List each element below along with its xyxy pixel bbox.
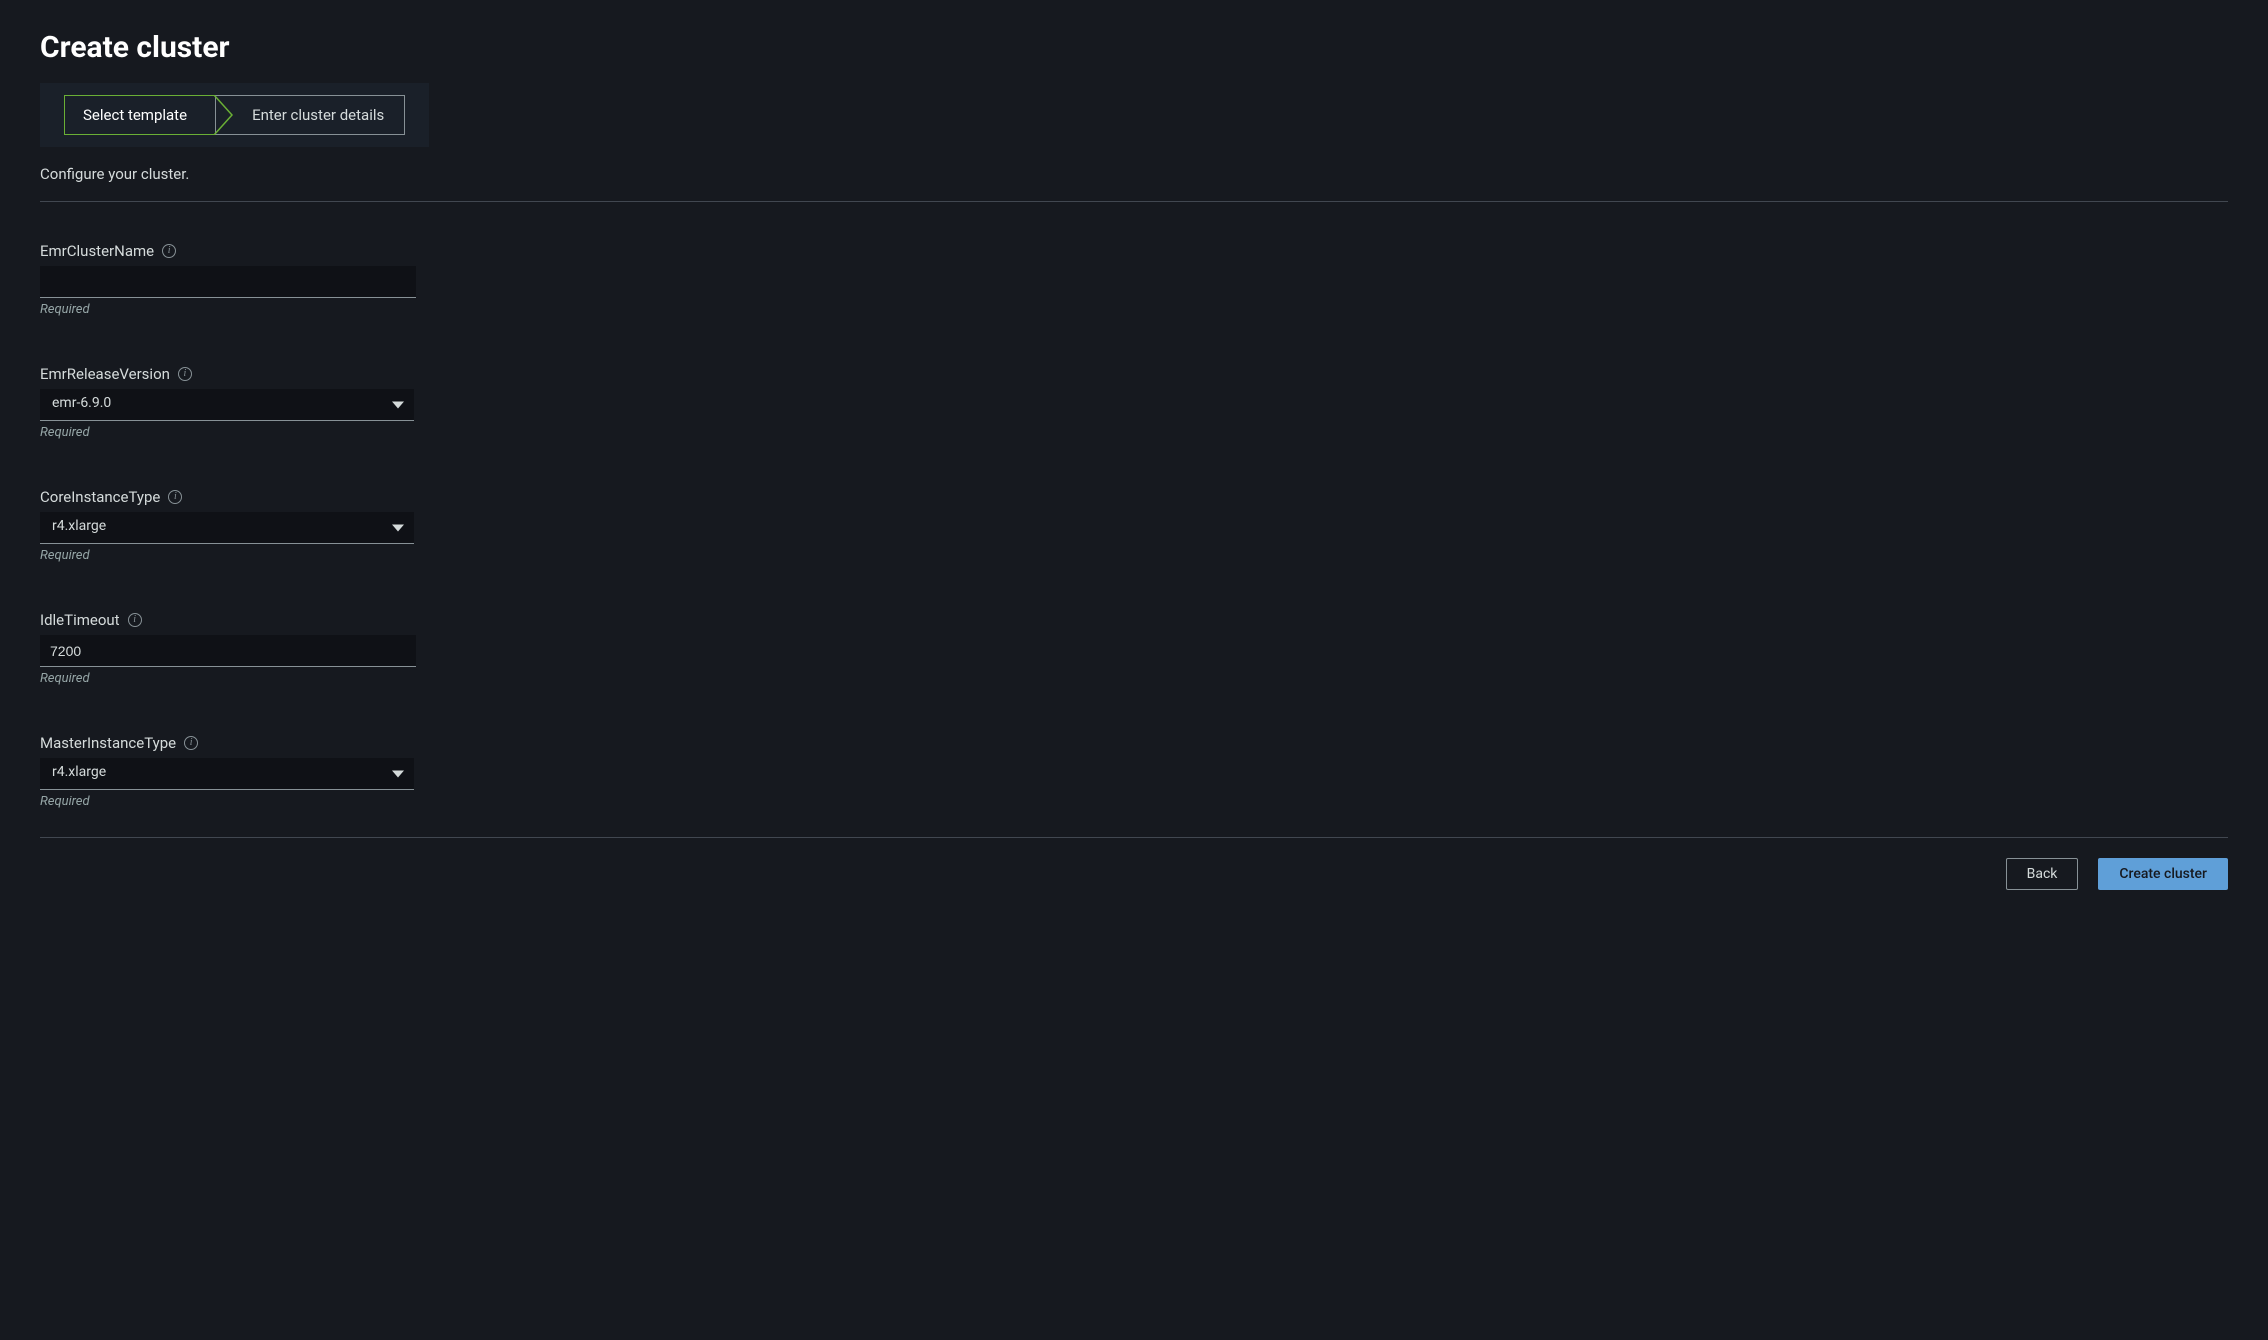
select-master-instance-type[interactable]: r4.xlarge	[40, 758, 414, 790]
helper-text: Required	[40, 794, 2228, 809]
field-emr-cluster-name: EmrClusterName i Required	[40, 242, 2228, 317]
wizard-step-label: Enter cluster details	[252, 106, 384, 124]
create-cluster-button[interactable]: Create cluster	[2098, 858, 2228, 890]
label-idle-timeout: IdleTimeout	[40, 611, 120, 629]
back-button[interactable]: Back	[2006, 858, 2079, 890]
label-emr-release-version: EmrReleaseVersion	[40, 365, 170, 383]
wizard-step-label: Select template	[83, 106, 187, 124]
page-subtitle: Configure your cluster.	[40, 165, 2228, 183]
label-master-instance-type: MasterInstanceType	[40, 734, 176, 752]
wizard-step-select-template[interactable]: Select template	[64, 95, 216, 135]
field-idle-timeout: IdleTimeout i Required	[40, 611, 2228, 686]
info-icon[interactable]: i	[128, 613, 142, 627]
input-idle-timeout[interactable]	[40, 635, 416, 667]
field-emr-release-version: EmrReleaseVersion i emr-6.9.0 Required	[40, 365, 2228, 440]
helper-text: Required	[40, 671, 2228, 686]
helper-text: Required	[40, 302, 2228, 317]
select-emr-release-version[interactable]: emr-6.9.0	[40, 389, 414, 421]
helper-text: Required	[40, 425, 2228, 440]
info-icon[interactable]: i	[162, 244, 176, 258]
field-master-instance-type: MasterInstanceType i r4.xlarge Required	[40, 734, 2228, 809]
label-emr-cluster-name: EmrClusterName	[40, 242, 154, 260]
select-core-instance-type[interactable]: r4.xlarge	[40, 512, 414, 544]
footer-actions: Back Create cluster	[40, 838, 2228, 900]
field-core-instance-type: CoreInstanceType i r4.xlarge Required	[40, 488, 2228, 563]
form-section: EmrClusterName i Required EmrReleaseVers…	[40, 202, 2228, 809]
info-icon[interactable]: i	[168, 490, 182, 504]
input-emr-cluster-name[interactable]	[40, 266, 416, 298]
page-title: Create cluster	[40, 30, 2228, 65]
info-icon[interactable]: i	[178, 367, 192, 381]
wizard-step-enter-details[interactable]: Enter cluster details	[215, 95, 405, 135]
info-icon[interactable]: i	[184, 736, 198, 750]
chevron-right-icon	[213, 95, 233, 135]
label-core-instance-type: CoreInstanceType	[40, 488, 160, 506]
helper-text: Required	[40, 548, 2228, 563]
wizard-steps: Select template Enter cluster details	[40, 83, 429, 147]
